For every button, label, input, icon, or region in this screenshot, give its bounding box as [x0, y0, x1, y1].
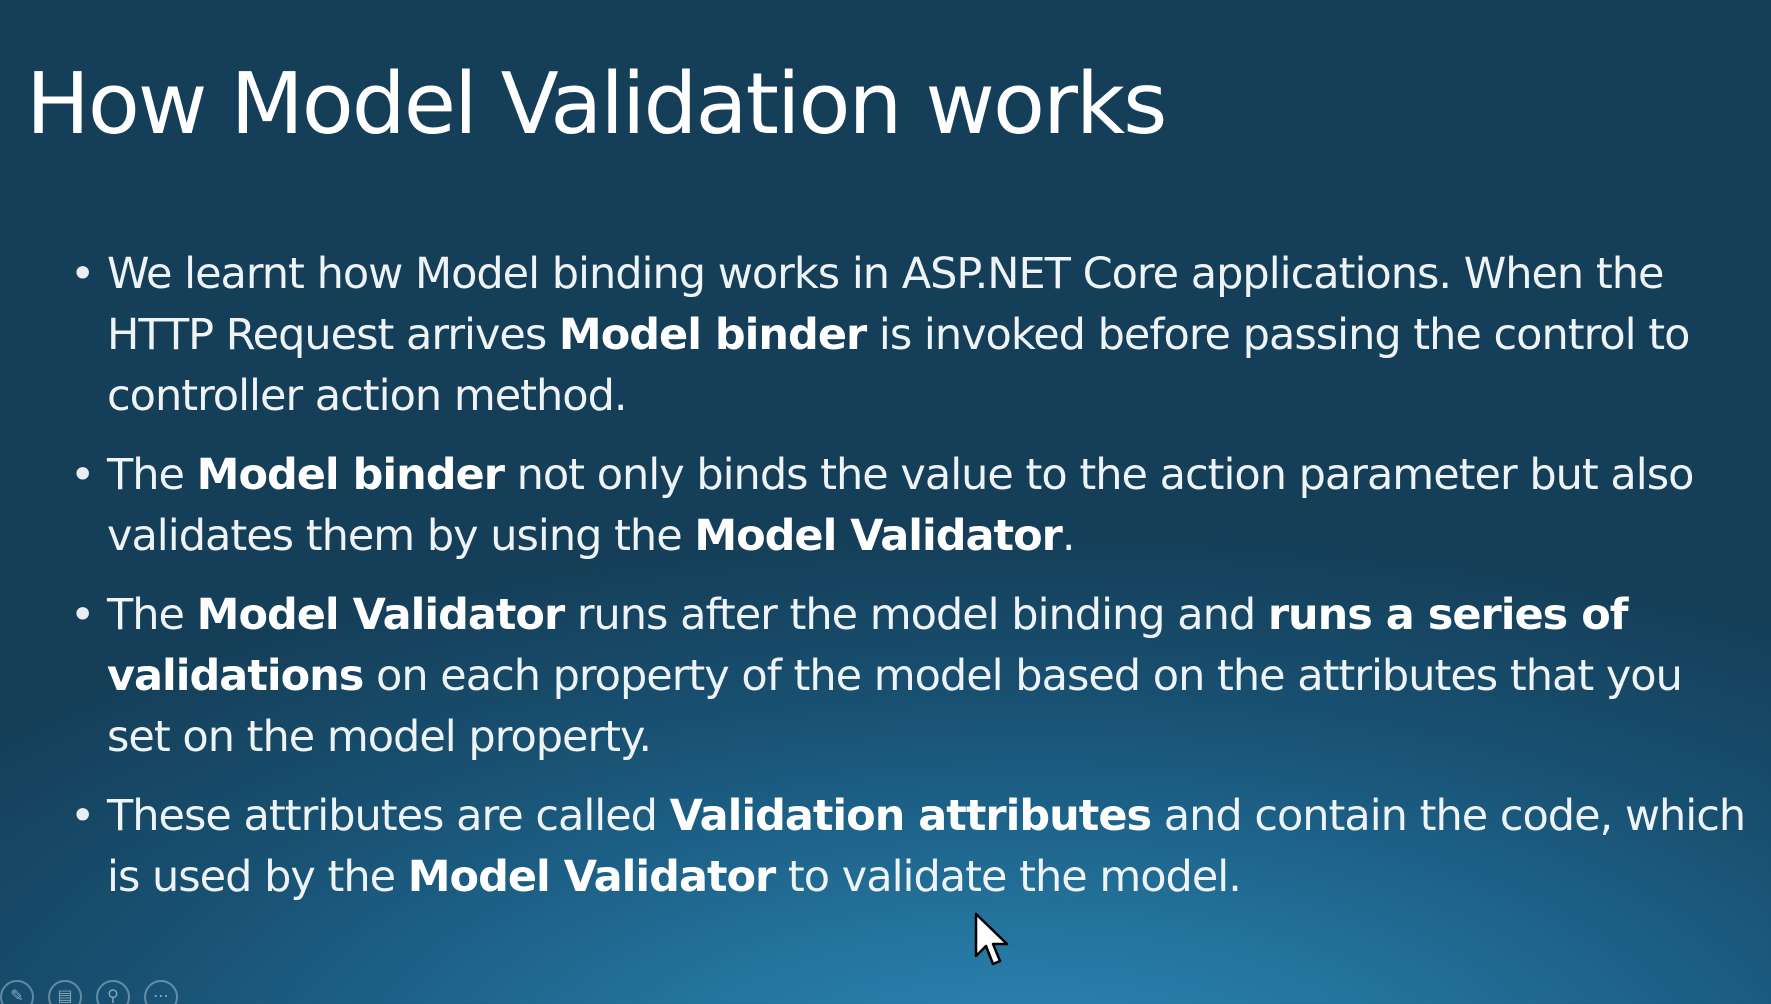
bullet-item: We learnt how Model binding works in ASP… [70, 244, 1750, 427]
bullet-emphasis: Model Validator [407, 852, 777, 902]
slides-grid-icon[interactable]: ▤ [48, 980, 82, 1004]
bullet-text: The [107, 590, 197, 640]
pen-tool-icon[interactable]: ✎ [0, 980, 34, 1004]
bullet-item: These attributes are called Validation a… [70, 786, 1750, 908]
bullet-emphasis: Model binder [558, 310, 867, 360]
bullet-item: The Model binder not only binds the valu… [70, 445, 1750, 567]
mouse-cursor-icon [974, 912, 1009, 966]
bullet-text: These attributes are called [107, 791, 670, 841]
bullet-text: to validate the model. [775, 852, 1242, 902]
bullet-emphasis: Validation attributes [669, 791, 1152, 841]
slide-title: How Model Validation works [26, 55, 1167, 154]
bullet-emphasis: Model Validator [694, 511, 1063, 561]
more-options-icon[interactable]: ⋯ [144, 980, 178, 1004]
bullet-item: The Model Validator runs after the model… [70, 585, 1750, 768]
presentation-slide: How Model Validation works We learnt how… [0, 0, 1771, 1004]
bullet-list: We learnt how Model binding works in ASP… [70, 244, 1750, 926]
bullet-emphasis: Model binder [196, 450, 505, 500]
bullet-text: runs after the model binding and [564, 590, 1268, 640]
bullet-text: . [1061, 511, 1076, 561]
slideshow-controls: ✎ ▤ ⚲ ⋯ [0, 980, 178, 1004]
bullet-text: The [107, 450, 197, 500]
zoom-icon[interactable]: ⚲ [96, 980, 130, 1004]
bullet-emphasis: Model Validator [196, 590, 566, 640]
